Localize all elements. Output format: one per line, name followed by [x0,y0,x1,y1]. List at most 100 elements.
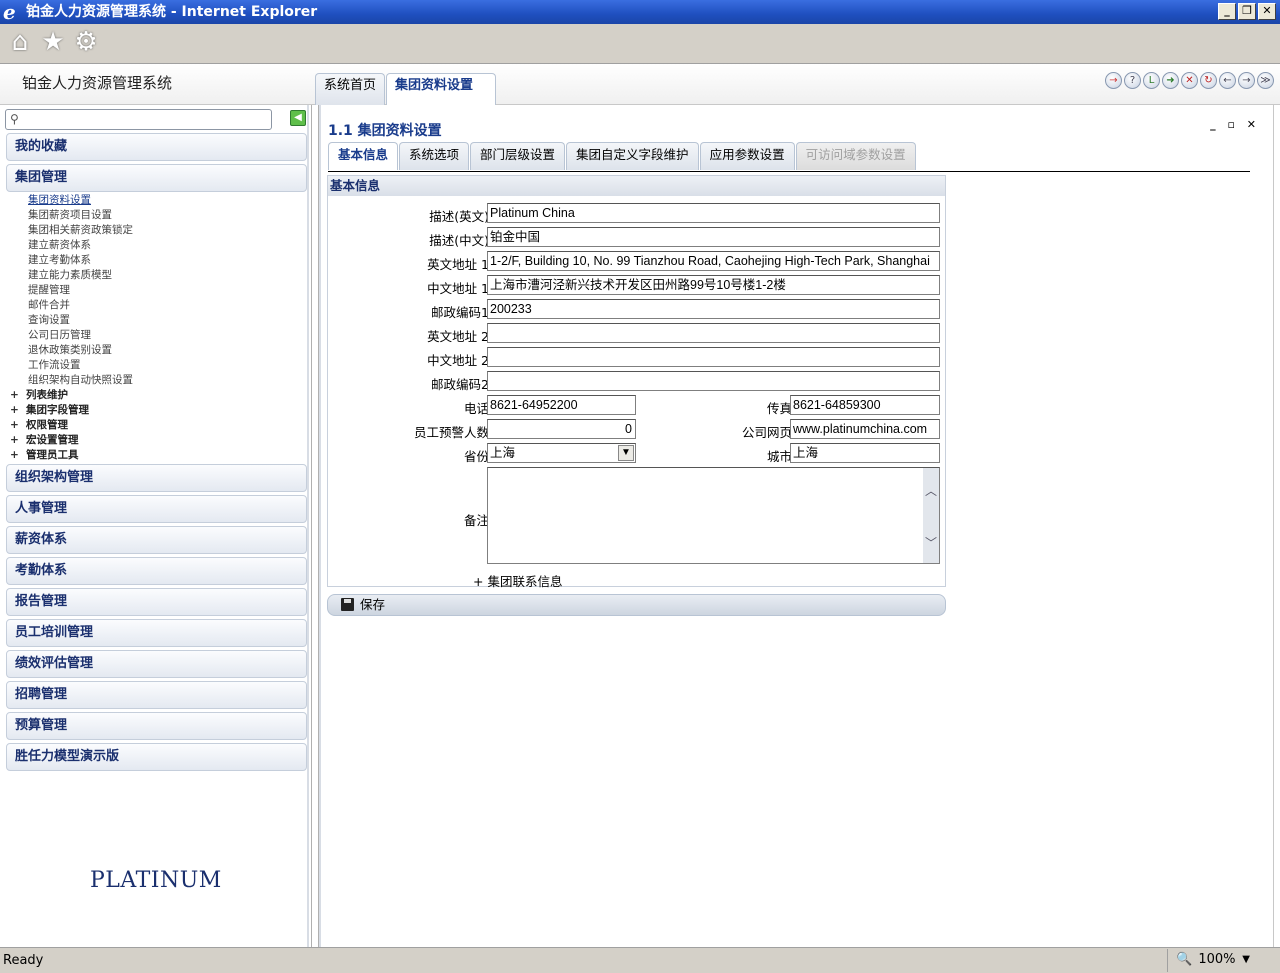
sidebar-section-org[interactable]: 组织架构管理 [6,464,307,492]
zip1-label: 邮政编码1 [431,305,489,320]
save-button[interactable]: 保存 [327,594,946,616]
website-input[interactable]: www.platinumchina.com [790,419,940,439]
app-nav-tabs: 系统首页 集团资料设置 [315,73,497,105]
sidebar-section-budget[interactable]: 预算管理 [6,712,307,740]
panel-window-controls[interactable]: _ ▫ ✕ [1210,118,1260,131]
addr-cn1-input[interactable]: 上海市漕河泾新兴技术开发区田州路99号10号楼1-2楼 [487,275,940,295]
chevron-down-icon[interactable]: ﹀ [925,534,937,551]
province-select[interactable]: 上海 ▼ [487,443,636,463]
gear-icon[interactable]: ⚙ [71,27,101,57]
sidebar-item-pay-system[interactable]: 建立薪资体系 [28,238,288,253]
refresh-icon[interactable]: ↻ [1200,72,1217,89]
star-icon[interactable]: ★ [38,27,68,57]
zoom-control[interactable]: 🔍 100% ▼ [1167,949,1278,972]
zip2-label: 邮政编码2 [431,377,489,392]
sidebar-section-reports[interactable]: 报告管理 [6,588,307,616]
desc-cn-input[interactable]: 铂金中国 [487,227,940,247]
brand-logo: PLATINUM [90,868,222,893]
basic-info-panel: 基本信息 描述(英文) Platinum China 描述(中文) 铂金中国 英… [327,175,946,590]
tree-group-permissions[interactable]: + 权限管理 [10,418,290,433]
sidebar-section-personnel[interactable]: 人事管理 [6,495,307,523]
search-icon: ⚲ [10,112,19,126]
close-button[interactable]: ✕ [1258,3,1276,20]
tree-group-admin-tools[interactable]: + 管理员工具 [10,448,290,463]
collapse-icon[interactable]: ≫ [1257,72,1274,89]
remarks-scrollbar[interactable]: ︿ ﹀ [923,468,939,563]
minimize-button[interactable]: _ [1218,3,1236,20]
window-title: 铂金人力资源管理系统 - Internet Explorer [26,4,318,20]
expand-icon: + [10,389,19,401]
tree-group-list-maintenance[interactable]: + 列表维护 [10,388,290,403]
logout-icon[interactable]: → [1105,72,1122,89]
main-content: _ ▫ ✕ 1.1 集团资料设置 基本信息 系统选项 部门层级设置 集团自定义字… [318,105,1280,947]
remarks-label: 备注 [463,513,489,528]
group-contact-link[interactable]: + 集团联系信息 [473,571,562,590]
tab-app-params[interactable]: 应用参数设置 [699,142,795,170]
city-input[interactable]: 上海 [790,443,940,463]
sidebar-item-retirement-policy[interactable]: 退休政策类别设置 [28,343,288,358]
sidebar-section-recruiting[interactable]: 招聘管理 [6,681,307,709]
chevron-down-icon[interactable]: ▼ [618,445,634,461]
phone-label: 电话 [463,401,489,416]
sidebar-item-workflow[interactable]: 工作流设置 [28,358,288,373]
addr-cn2-input[interactable] [487,347,940,367]
sidebar-section-attendance[interactable]: 考勤体系 [6,557,307,585]
restore-button[interactable]: ❐ [1238,3,1256,20]
user-go-icon[interactable]: ➜ [1162,72,1179,89]
sidebar-item-attendance-system[interactable]: 建立考勤体系 [28,253,288,268]
window-controls: _ ❐ ✕ [1218,3,1276,20]
sidebar-item-company-calendar[interactable]: 公司日历管理 [28,328,288,343]
tree-group-field-mgmt[interactable]: + 集团字段管理 [10,403,290,418]
addr-en1-input[interactable]: 1-2/F, Building 10, No. 99 Tianzhou Road… [487,251,940,271]
addr-cn1-label: 中文地址 1 [427,281,489,296]
addr-en2-input[interactable] [487,323,940,343]
settings-tabs: 基本信息 系统选项 部门层级设置 集团自定义字段维护 应用参数设置 可访问域参数… [328,142,917,170]
sidebar-section-favorites[interactable]: 我的收藏 [6,133,307,161]
sidebar-item-reminders[interactable]: 提醒管理 [28,283,288,298]
app-header: 铂金人力资源管理系统 系统首页 集团资料设置 → ? L ➜ ✕ ↻ ← → ≫ [0,64,1280,105]
sidebar-section-group-mgmt[interactable]: 集团管理 [6,164,307,192]
sidebar-item-competency-model[interactable]: 建立能力素质模型 [28,268,288,283]
warn-count-input[interactable]: 0 [487,419,636,439]
fax-input[interactable]: 8621-64859300 [790,395,940,415]
sidebar-item-pay-policy-lock[interactable]: 集团相关薪资政策锁定 [28,223,288,238]
forward-icon[interactable]: → [1238,72,1255,89]
search-input[interactable]: ⚲ [5,109,272,130]
sidebar-section-payroll[interactable]: 薪资体系 [6,526,307,554]
expandable-groups: + 列表维护 + 集团字段管理 + 权限管理 + 宏设置管理 + 管理员工具 [10,388,290,463]
collapse-sidebar-button[interactable]: ◀ [290,110,306,126]
tab-system-options[interactable]: 系统选项 [399,142,470,170]
sidebar-item-pay-items[interactable]: 集团薪资项目设置 [28,208,288,223]
sidebar-item-group-profile[interactable]: 集团资料设置 [28,193,288,208]
sidebar-item-org-snapshot[interactable]: 组织架构自动快照设置 [28,373,288,388]
tab-custom-fields[interactable]: 集团自定义字段维护 [566,142,699,170]
sidebar-section-training[interactable]: 员工培训管理 [6,619,307,647]
close-icon[interactable]: ✕ [1181,72,1198,89]
zip1-input[interactable]: 200233 [487,299,940,319]
tab-home[interactable]: 系统首页 [315,73,386,105]
back-icon[interactable]: ← [1219,72,1236,89]
zoom-level: 100% [1198,952,1236,967]
phone-input[interactable]: 8621-64952200 [487,395,636,415]
remarks-textarea[interactable]: ︿ ﹀ [487,467,940,564]
tab-group-settings[interactable]: 集团资料设置 [386,73,497,105]
desc-en-input[interactable]: Platinum China [487,203,940,223]
sidebar: ⚲ ◀ 我的收藏 集团管理 集团资料设置 集团薪资项目设置 集团相关薪资政策锁定… [0,105,312,947]
sidebar-section-competency-demo[interactable]: 胜任力模型演示版 [6,743,307,771]
chevron-down-icon[interactable]: ▼ [1242,949,1250,971]
action-icons: → ? L ➜ ✕ ↻ ← → ≫ [1105,72,1274,89]
user-lock-icon[interactable]: L [1143,72,1160,89]
zip2-input[interactable] [487,371,940,391]
sidebar-section-performance[interactable]: 绩效评估管理 [6,650,307,678]
chevron-up-icon[interactable]: ︿ [925,482,937,499]
home-icon[interactable]: ⌂ [5,27,35,57]
sidebar-item-mail-merge[interactable]: 邮件合并 [28,298,288,313]
zoom-icon: 🔍 [1176,952,1193,967]
status-bar: Ready 🔍 100% ▼ [0,947,1280,973]
tree-group-macros[interactable]: + 宏设置管理 [10,433,290,448]
tab-department-levels[interactable]: 部门层级设置 [470,142,566,170]
help-icon[interactable]: ? [1124,72,1141,89]
tab-basic-info[interactable]: 基本信息 [328,142,399,170]
fax-label: 传真 [766,401,792,416]
sidebar-item-query-settings[interactable]: 查询设置 [28,313,288,328]
